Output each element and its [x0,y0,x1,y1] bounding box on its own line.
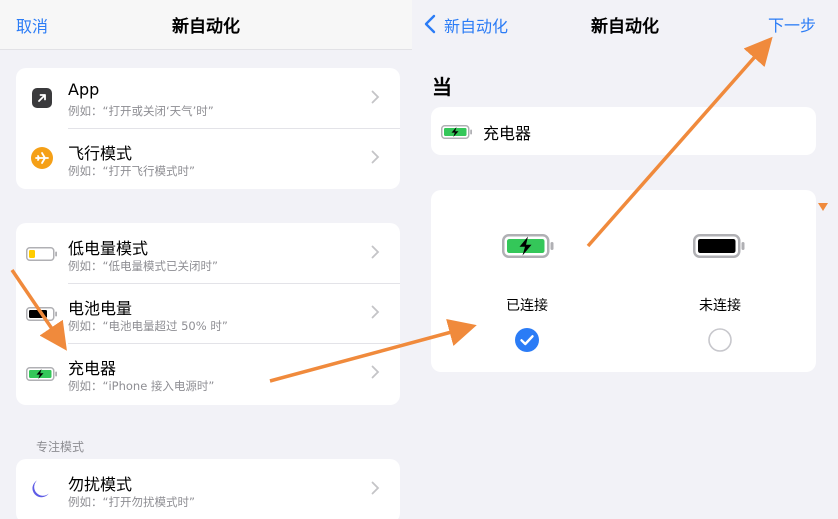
trigger-group-focus: 勿扰模式 例如：“打开勿扰模式时” [16,459,400,519]
checkmark-selected-icon[interactable] [515,328,539,352]
airplane-icon [31,147,53,169]
section-header-focus: 专注模式 [36,440,85,454]
charging-battery-icon [26,366,58,385]
battery-level-icon [26,306,58,325]
row-subtitle: 例如：“打开或关闭‘天气’时” [68,104,214,118]
when-heading: 当 [432,75,452,99]
chevron-right-icon [371,150,380,164]
row-title: 低电量模式 [68,239,149,258]
trigger-group-general: App 例如：“打开或关闭‘天气’时” 飞行模式 例如：“打开飞行模式时” [16,68,400,189]
row-title: 勿扰模式 [68,475,133,494]
triangle-marker-icon [818,203,828,211]
charger-trigger-detail-screen: 新自动化 新自动化 下一步 当 充电器 已连接 未连接 [412,0,838,519]
trigger-label: 充电器 [483,124,532,143]
chevron-right-icon [371,305,380,319]
row-subtitle: 例如：“打开飞行模式时” [68,164,195,178]
row-title: 飞行模式 [68,144,133,163]
radio-unselected-icon[interactable] [708,328,732,352]
chevron-right-icon [371,245,380,259]
trigger-row-app[interactable]: App 例如：“打开或关闭‘天气’时” [16,68,400,128]
row-subtitle: 例如：“打开勿扰模式时” [68,495,195,509]
trigger-row-do-not-disturb[interactable]: 勿扰模式 例如：“打开勿扰模式时” [16,459,400,519]
row-subtitle: 例如：“低电量模式已关闭时” [68,259,218,273]
selected-trigger-card: 充电器 [431,107,816,155]
full-battery-icon [693,234,745,262]
option-not-connected[interactable]: 未连接 [624,190,816,372]
trigger-row-charger[interactable]: 充电器 例如：“iPhone 接入电源时” [16,343,400,403]
option-label: 未连接 [699,298,741,314]
charging-battery-icon [502,234,554,262]
next-button[interactable]: 下一步 [768,12,816,36]
low-power-battery-icon [26,246,58,265]
row-subtitle: 例如：“电池电量超过 50% 时” [68,319,228,333]
option-connected[interactable]: 已连接 [431,190,623,372]
page-title: 新自动化 [172,17,240,37]
trigger-row-battery-level[interactable]: 电池电量 例如：“电池电量超过 50% 时” [16,283,400,343]
moon-icon [30,476,54,500]
row-subtitle: 例如：“iPhone 接入电源时” [68,379,215,393]
trigger-row-airplane-mode[interactable]: 飞行模式 例如：“打开飞行模式时” [16,128,400,188]
chevron-right-icon [371,481,380,495]
chevron-right-icon [371,90,380,104]
option-label: 已连接 [506,298,548,314]
app-arrow-icon [32,88,52,108]
row-title: App [68,80,100,99]
automation-trigger-list-screen: 取消 新自动化 App 例如：“打开或关闭‘天气’时” 飞行模式 例如：“打开飞… [0,0,412,519]
navigation-bar: 取消 新自动化 [0,0,412,50]
trigger-row-low-power-mode[interactable]: 低电量模式 例如：“低电量模式已关闭时” [16,223,400,283]
trigger-group-battery: 低电量模式 例如：“低电量模式已关闭时” 电池电量 例如：“电池电量超过 50%… [16,223,400,405]
charging-battery-icon [441,124,473,143]
connection-options-card: 已连接 未连接 [431,190,816,372]
row-title: 充电器 [68,359,117,378]
chevron-right-icon [371,365,380,379]
row-title: 电池电量 [68,299,133,318]
